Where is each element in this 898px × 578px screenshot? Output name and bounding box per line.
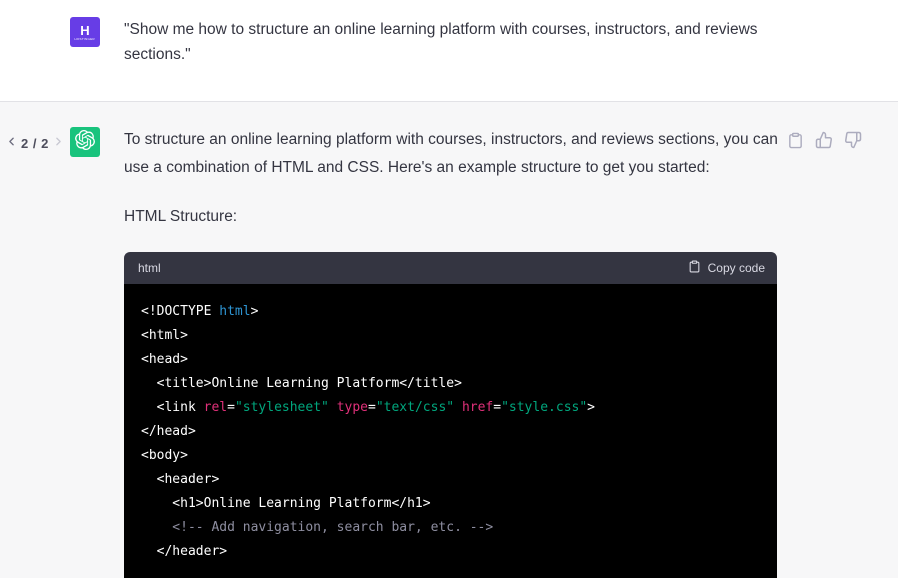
chevron-left-icon	[5, 135, 18, 151]
openai-logo-icon	[75, 130, 95, 155]
chevron-right-icon	[52, 135, 65, 151]
hostinger-logo-icon: H	[80, 24, 89, 37]
thumbs-up-button[interactable]	[815, 131, 833, 152]
code-block-header: html Copy code	[124, 252, 777, 284]
hostinger-brand-text: HOSTINGER	[75, 38, 95, 41]
clipboard-icon	[787, 132, 804, 152]
thumbs-down-button[interactable]	[844, 131, 862, 152]
user-message-text: "Show me how to structure an online lear…	[124, 17, 779, 67]
user-message: H HOSTINGER "Show me how to structure an…	[0, 0, 898, 101]
response-pagination: 2 / 2	[5, 133, 65, 153]
code-content: <!DOCTYPE html><html><head> <title>Onlin…	[124, 284, 777, 578]
code-language-label: html	[138, 261, 161, 275]
previous-response-button[interactable]	[5, 135, 18, 151]
pagination-label: 2 / 2	[21, 136, 49, 151]
clipboard-icon	[688, 260, 701, 276]
thumbs-down-icon	[844, 131, 862, 152]
copy-code-button[interactable]: Copy code	[688, 260, 765, 276]
chat-page: H HOSTINGER "Show me how to structure an…	[0, 0, 898, 578]
assistant-avatar	[70, 127, 100, 157]
user-avatar: H HOSTINGER	[70, 17, 100, 47]
message-actions	[787, 131, 862, 152]
response-subheading: HTML Structure:	[124, 203, 784, 231]
copy-message-button[interactable]	[787, 132, 804, 152]
code-block: html Copy code <!DOCTYPE html><html><hea…	[124, 252, 777, 578]
copy-code-label: Copy code	[708, 261, 765, 275]
response-paragraph: To structure an online learning platform…	[124, 126, 784, 182]
assistant-message: 2 / 2	[0, 101, 898, 578]
assistant-response: To structure an online learning platform…	[124, 126, 784, 578]
next-response-button[interactable]	[52, 135, 65, 151]
thumbs-up-icon	[815, 131, 833, 152]
